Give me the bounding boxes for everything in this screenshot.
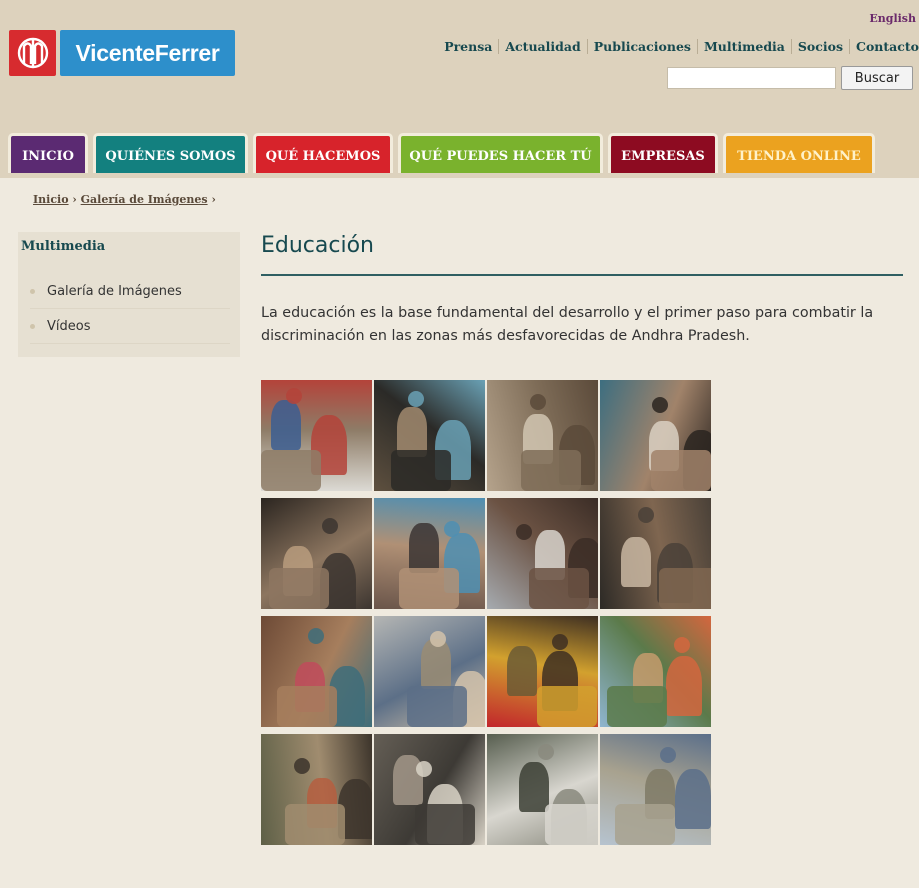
- sidebar-item-label: Vídeos: [47, 318, 91, 334]
- dance-performance-photo[interactable]: [487, 616, 598, 727]
- girl-classroom-photo[interactable]: [600, 380, 711, 491]
- tab-empresas[interactable]: EMPRESAS: [608, 133, 718, 173]
- breadcrumb-link-inicio[interactable]: Inicio: [33, 193, 69, 206]
- breadcrumb-link-galeria[interactable]: Galería de Imágenes: [81, 193, 208, 206]
- main-navigation: INICIO QUIÉNES SOMOS QUÉ HACEMOS QUÉ PUE…: [8, 133, 880, 173]
- search-form: Buscar: [667, 66, 913, 90]
- tab-inicio[interactable]: INICIO: [8, 133, 88, 173]
- breadcrumb-separator: ›: [211, 193, 216, 206]
- classroom-floor-photo[interactable]: [487, 380, 598, 491]
- search-button[interactable]: Buscar: [841, 66, 913, 90]
- title-divider: [261, 274, 903, 276]
- children-slates-photo[interactable]: [374, 380, 485, 491]
- schoolchildren-backpacks-photo[interactable]: [261, 380, 372, 491]
- topnav-link-publicaciones[interactable]: Publicaciones: [586, 39, 697, 54]
- topnav-link-actualidad[interactable]: Actualidad: [498, 39, 586, 54]
- man-writing-photo[interactable]: [487, 498, 598, 609]
- tab-tienda-online[interactable]: TIENDA ONLINE: [723, 133, 875, 173]
- topnav-link-contacto[interactable]: Contacto: [849, 39, 919, 54]
- students-studying-photo[interactable]: [600, 498, 711, 609]
- teacher-with-book-photo[interactable]: [261, 498, 372, 609]
- search-input[interactable]: [667, 67, 836, 89]
- sidebar-title: Multimedia: [21, 239, 106, 254]
- topnav-link-socios[interactable]: Socios: [790, 39, 849, 54]
- sidebar-item-videos[interactable]: Vídeos: [30, 309, 230, 344]
- breadcrumb-separator: ›: [72, 193, 77, 206]
- bullet-icon: [30, 288, 35, 294]
- children-with-slates-photo[interactable]: [261, 616, 372, 727]
- sidebar-item-galeria[interactable]: Galería de Imágenes: [30, 274, 230, 309]
- page-title: Educación: [261, 233, 374, 258]
- girls-on-bicycles-photo[interactable]: [600, 734, 711, 845]
- tab-que-hacemos[interactable]: QUÉ HACEMOS: [253, 133, 393, 173]
- teacher-pointing-photo[interactable]: [261, 734, 372, 845]
- students-in-class-photo[interactable]: [374, 734, 485, 845]
- logo-wordmark: VicenteFerrer: [60, 30, 235, 76]
- topnav-link-multimedia[interactable]: Multimedia: [696, 39, 791, 54]
- tab-quienes-somos[interactable]: QUIÉNES SOMOS: [93, 133, 248, 173]
- top-navigation: Prensa Actualidad Publicaciones Multimed…: [438, 39, 919, 54]
- sidebar: Multimedia Galería de Imágenes Vídeos: [18, 232, 240, 357]
- teacher-group-photo[interactable]: [374, 498, 485, 609]
- logo-emblem: [9, 30, 56, 76]
- children-writing-photo[interactable]: [487, 734, 598, 845]
- breadcrumb: Inicio › Galería de Imágenes ›: [33, 193, 216, 206]
- outdoor-children-photo[interactable]: [374, 616, 485, 727]
- sidebar-item-label: Galería de Imágenes: [47, 283, 182, 299]
- language-link-english[interactable]: English: [869, 12, 916, 25]
- intro-paragraph: La educación es la base fundamental del …: [261, 305, 874, 344]
- bullet-icon: [30, 323, 35, 329]
- sidebar-menu: Galería de Imágenes Vídeos: [30, 280, 230, 344]
- site-header: VicenteFerrer English Prensa Actualidad …: [0, 0, 919, 178]
- site-logo[interactable]: VicenteFerrer: [9, 30, 235, 76]
- photo-gallery: [261, 380, 713, 845]
- tab-que-puedes-hacer-tu[interactable]: QUÉ PUEDES HACER TÚ: [398, 133, 603, 173]
- topnav-link-prensa[interactable]: Prensa: [438, 39, 498, 54]
- field-playground-photo[interactable]: [600, 616, 711, 727]
